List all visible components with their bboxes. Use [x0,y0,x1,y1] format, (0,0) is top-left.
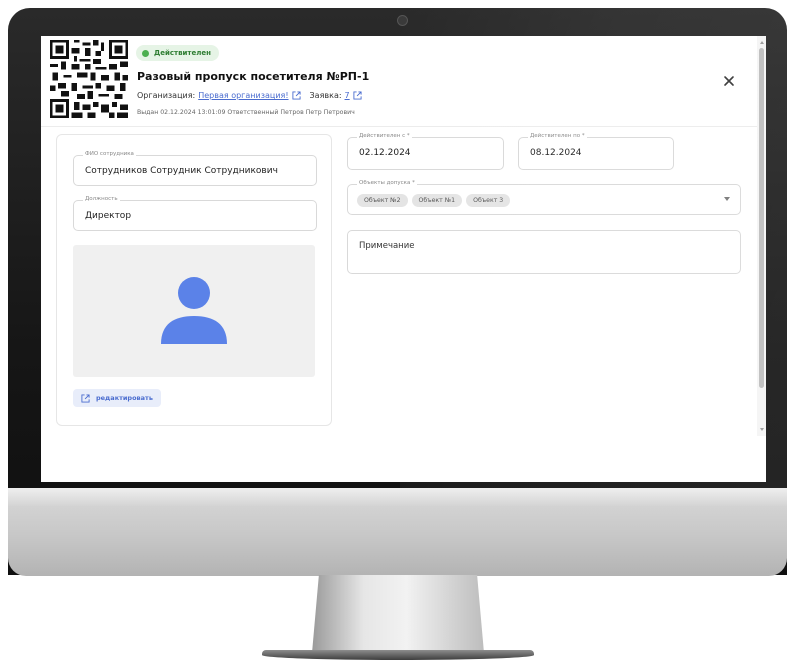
scroll-up-icon[interactable] [760,41,764,44]
external-link-icon [81,393,90,403]
valid-from-label: Действителен с * [357,133,412,139]
status-dot-icon [142,49,149,57]
external-link-icon[interactable] [291,91,301,100]
valid-to-label: Действителен по * [528,133,587,139]
monitor-stand [312,575,484,653]
scroll-down-icon[interactable] [760,428,764,431]
access-chip[interactable]: Объект 3 [466,194,511,207]
position-value: Директор [85,211,132,221]
employee-card: ФИО сотрудника Сотрудников Сотрудник Сот… [56,134,332,426]
access-chip[interactable]: Объект №2 [357,194,408,207]
fio-label: ФИО сотрудника [83,151,136,157]
meta-line: Организация: Первая организация! Заявка:… [137,91,362,100]
access-objects-select[interactable]: Объекты допуска * Объект №2 Объект №1 Об… [347,180,741,215]
chevron-down-icon[interactable] [724,197,730,201]
access-chips: Объект №2 Объект №1 Объект 3 [357,194,511,207]
external-link-icon[interactable] [353,91,362,100]
edit-button[interactable]: редактировать [73,389,161,407]
access-chip[interactable]: Объект №1 [411,194,463,207]
request-label: Заявка: [309,91,342,100]
position-field[interactable]: Должность Директор [73,196,317,231]
valid-to-value: 08.12.2024 [530,148,582,158]
valid-from-field[interactable]: Действителен с * 02.12.2024 [347,133,504,170]
status-badge: Действителен [136,45,219,61]
fio-field[interactable]: ФИО сотрудника Сотрудников Сотрудник Сот… [73,151,317,186]
org-label: Организация: [137,91,196,100]
employee-photo [73,245,315,377]
scrollbar-thumb[interactable] [759,48,764,388]
user-avatar-icon [161,277,227,344]
note-placeholder: Примечание [359,241,415,251]
close-icon[interactable] [722,74,736,88]
fio-value: Сотрудников Сотрудник Сотрудникович [85,166,278,176]
request-link[interactable]: 7 [345,91,350,100]
valid-from-value: 02.12.2024 [359,148,411,158]
monitor-stand-base [262,650,534,660]
issued-info: Выдан 02.12.2024 13:01:09 Ответственный … [137,109,355,116]
access-objects-label: Объекты допуска * [357,180,417,186]
org-link[interactable]: Первая организация! [198,91,288,100]
edit-label: редактировать [96,394,153,402]
position-label: Должность [83,196,120,202]
webcam-icon [397,15,408,26]
pass-modal: Действителен Разовый пропуск посетителя … [41,36,766,482]
qr-code-icon [50,40,128,118]
status-label: Действителен [154,49,211,57]
page-title: Разовый пропуск посетителя №РП-1 [137,70,370,83]
note-field[interactable]: Примечание [347,230,741,274]
modal-header: Действителен Разовый пропуск посетителя … [41,36,757,127]
valid-to-field[interactable]: Действителен по * 08.12.2024 [518,133,674,170]
monitor-chin-edge [8,488,787,506]
